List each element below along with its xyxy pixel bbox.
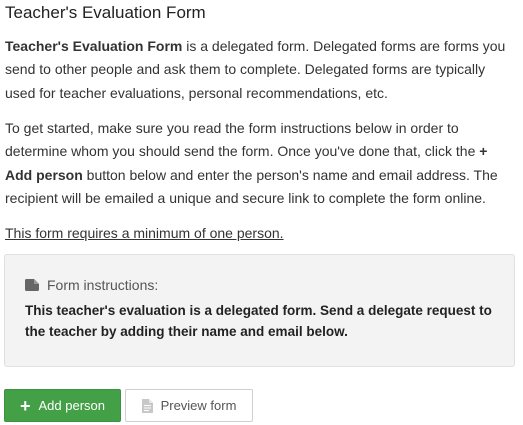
minimum-requirement-note: This form requires a minimum of one pers…	[5, 225, 284, 241]
document-icon	[141, 398, 153, 413]
getting-started-paragraph: To get started, make sure you read the f…	[5, 117, 517, 211]
intro-paragraph: Teacher's Evaluation Form is a delegated…	[5, 35, 517, 105]
form-instructions-heading: Form instructions:	[25, 276, 158, 294]
form-instructions-heading-label: Form instructions:	[47, 277, 159, 293]
add-person-label: Add person	[38, 398, 106, 413]
form-instructions-body: This teacher's evaluation is a delegated…	[25, 303, 492, 339]
form-instructions-box: Form instructions: This teacher's evalua…	[4, 254, 515, 367]
intro-form-name: Teacher's Evaluation Form	[5, 38, 183, 54]
page-title: Teacher's Evaluation Form	[5, 3, 206, 22]
plus-icon: +	[19, 395, 31, 416]
preview-form-button[interactable]: Preview form	[125, 389, 253, 422]
page: Teacher's Evaluation Form Teacher's Eval…	[0, 0, 523, 425]
preview-form-label: Preview form	[160, 398, 237, 413]
folder-icon	[25, 279, 39, 291]
getting-started-text-before: To get started, make sure you read the f…	[5, 120, 480, 160]
add-person-button[interactable]: + Add person	[4, 389, 121, 422]
